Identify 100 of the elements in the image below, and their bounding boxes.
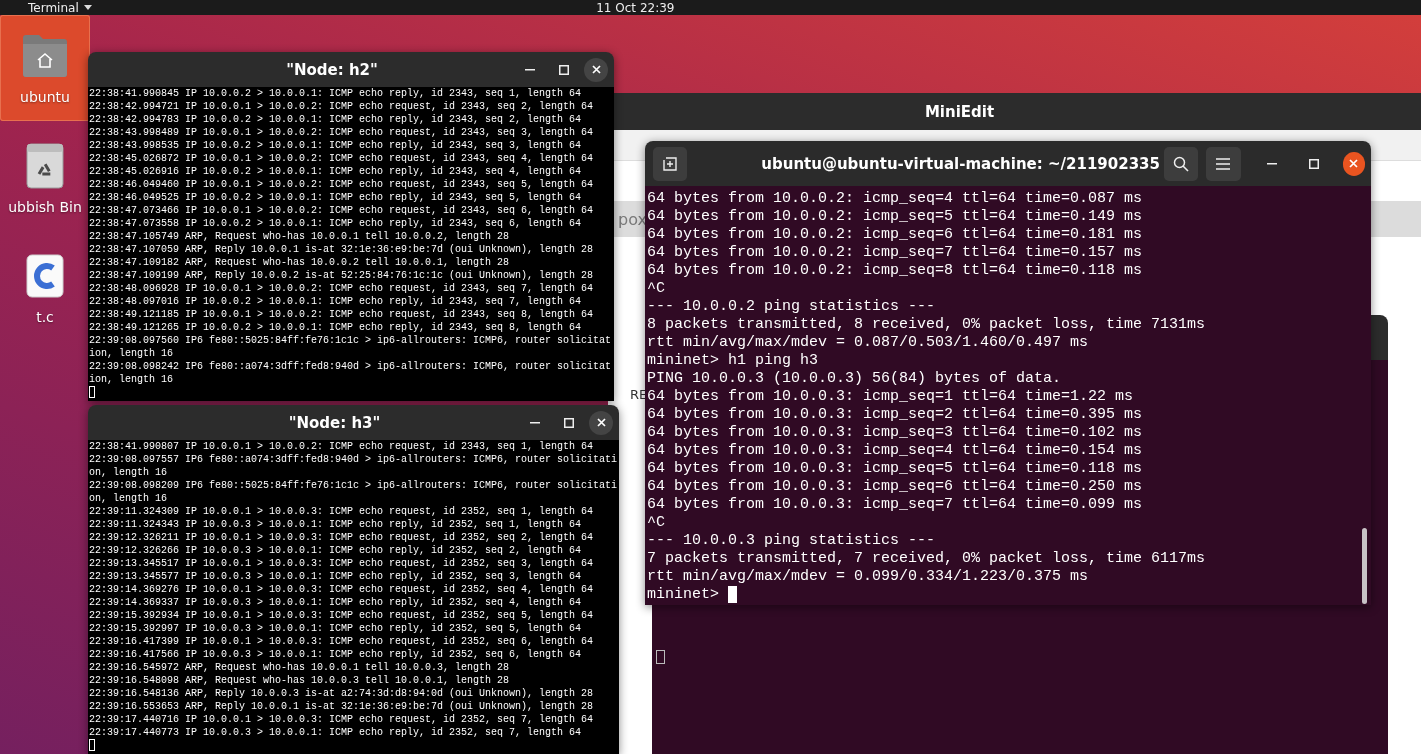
terminal-line: mininet> <box>647 586 719 604</box>
terminal-line: 22:39:08.097560 IP6 fe80::5025:84ff:fe76:1c1c > ip6-allrouters: ICMP6, router solicitat <box>89 334 613 347</box>
minimize-icon <box>525 68 535 71</box>
search-button[interactable] <box>1163 146 1199 181</box>
cursor <box>728 586 737 603</box>
terminal-line: 64 bytes from 10.0.0.3: icmp_seq=5 ttl=64 time=0.118 ms <box>647 460 1144 478</box>
terminal-line: 22:38:42.994783 IP 10.0.0.2 > 10.0.0.1: ICMP echo reply, id 2343, seq 2, length 64 <box>89 113 583 126</box>
clock[interactable]: 11 Oct 22:39 <box>596 0 905 15</box>
terminal-line: 22:39:16.548098 ARP, Request who-has 10.0.0.3 tell 10.0.0.1, length 28 <box>89 674 511 687</box>
terminal-line: 22:38:42.994721 IP 10.0.0.1 > 10.0.0.2: ICMP echo request, id 2343, seq 2, length 64 <box>89 100 595 113</box>
desktop-icon[interactable]: ubuntu <box>0 15 90 121</box>
caret-icon <box>83 5 92 10</box>
terminal-line: 64 bytes from 10.0.0.2: icmp_seq=6 ttl=64 time=0.181 ms <box>647 226 1144 244</box>
terminal-line: ^C <box>647 280 666 298</box>
terminal-line: on, length 16 <box>89 492 168 505</box>
terminal-line: 22:39:16.417566 IP 10.0.0.3 > 10.0.0.1: ICMP echo reply, id 2352, seq 6, length 64 <box>89 648 583 661</box>
terminal-line: 22:39:15.392997 IP 10.0.0.3 > 10.0.0.1: ICMP echo reply, id 2352, seq 5, length 64 <box>89 622 583 635</box>
terminal-line: 22:38:49.121265 IP 10.0.0.2 > 10.0.0.1: ICMP echo reply, id 2343, seq 8, length 64 <box>89 321 583 334</box>
close-button[interactable] <box>1342 151 1365 176</box>
terminal-line: 22:39:13.345577 IP 10.0.0.3 > 10.0.0.1: ICMP echo reply, id 2352, seq 3, length 64 <box>89 570 583 583</box>
terminal-line: 22:38:47.109199 ARP, Reply 10.0.0.2 is-at 52:25:84:76:1c:1c (oui Unknown), length 28 <box>89 269 595 282</box>
new-tab-icon <box>662 155 679 172</box>
terminal-line: 22:38:49.121185 IP 10.0.0.1 > 10.0.0.2: ICMP echo request, id 2343, seq 8, length 64 <box>89 308 595 321</box>
terminal-line: ion, length 16 <box>89 347 174 360</box>
terminal-line: 22:39:12.326211 IP 10.0.0.1 > 10.0.0.3: ICMP echo request, id 2352, seq 2, length 64 <box>89 531 595 544</box>
terminal-line: 22:39:16.553653 ARP, Reply 10.0.0.1 is-at 32:1e:36:e9:be:7d (oui Unknown), length 28 <box>89 700 595 713</box>
scrollbar-thumb[interactable] <box>1362 528 1367 604</box>
terminal-line: 64 bytes from 10.0.0.3: icmp_seq=7 ttl=64 time=0.099 ms <box>647 496 1144 514</box>
terminal-line: 22:38:43.998535 IP 10.0.0.2 > 10.0.0.1: ICMP echo reply, id 2343, seq 3, length 64 <box>89 139 583 152</box>
terminal-line: 22:38:45.026872 IP 10.0.0.1 > 10.0.0.2: ICMP echo request, id 2343, seq 4, length 64 <box>89 152 595 165</box>
maximize-icon <box>559 64 569 75</box>
terminal-line: 22:39:14.369276 IP 10.0.0.1 > 10.0.0.3: ICMP echo request, id 2352, seq 4, length 64 <box>89 583 595 596</box>
close-icon <box>1349 159 1359 168</box>
terminal-line: 22:38:47.109182 ARP, Request who-has 10.0.0.2 tell 10.0.0.1, length 28 <box>89 256 511 269</box>
terminal-line: 22:38:43.998489 IP 10.0.0.1 > 10.0.0.2: ICMP echo request, id 2343, seq 3, length 64 <box>89 126 595 139</box>
terminal-line: 22:38:41.990845 IP 10.0.0.2 > 10.0.0.1: ICMP echo reply, id 2343, seq 1, length 64 <box>89 87 583 100</box>
terminal-line: 22:38:41.990807 IP 10.0.0.1 > 10.0.0.2: ICMP echo request, id 2343, seq 1, length 64 <box>89 440 595 453</box>
desktop-icon[interactable]: t.c <box>0 235 90 341</box>
terminal-line: 22:38:47.107059 ARP, Reply 10.0.0.1 is-at 32:1e:36:e9:be:7d (oui Unknown), length 28 <box>89 243 595 256</box>
search-icon <box>1173 155 1190 172</box>
terminal-line: --- 10.0.0.3 ping statistics --- <box>647 532 937 550</box>
terminal-line: 64 bytes from 10.0.0.2: icmp_seq=4 ttl=64 time=0.087 ms <box>647 190 1144 208</box>
window-title: "Node: h3" <box>287 413 382 432</box>
cursor <box>89 739 95 751</box>
window-title: MiniEdit <box>924 102 995 121</box>
close-button[interactable] <box>584 57 608 82</box>
terminal-line: 64 bytes from 10.0.0.2: icmp_seq=7 ttl=64 time=0.157 ms <box>647 244 1144 262</box>
terminal-line: rtt min/avg/max/mdev = 0.087/0.503/1.460/0.497 ms <box>647 334 1090 352</box>
terminal-line: rtt min/avg/max/mdev = 0.099/0.334/1.223/0.375 ms <box>647 568 1090 586</box>
menu-button[interactable] <box>1206 146 1241 181</box>
label: RE <box>630 387 648 402</box>
close-icon <box>591 65 601 74</box>
terminal-line: 64 bytes from 10.0.0.3: icmp_seq=6 ttl=64 time=0.250 ms <box>647 478 1144 496</box>
terminal-line: 22:38:47.073558 IP 10.0.0.2 > 10.0.0.1: ICMP echo reply, id 2343, seq 6, length 64 <box>89 217 583 230</box>
terminal-line: 64 bytes from 10.0.0.3: icmp_seq=1 ttl=64 time=1.22 ms <box>647 388 1135 406</box>
minimize-icon <box>530 421 540 424</box>
minimize-icon <box>1266 162 1277 165</box>
terminal-line: 22:38:48.096928 IP 10.0.0.1 > 10.0.0.2: ICMP echo request, id 2343, seq 7, length 64 <box>89 282 595 295</box>
terminal-line: 22:38:47.073466 IP 10.0.0.1 > 10.0.0.2: ICMP echo request, id 2343, seq 6, length 64 <box>89 204 595 217</box>
new-tab-button[interactable] <box>653 146 688 181</box>
terminal-line: 64 bytes from 10.0.0.2: icmp_seq=8 ttl=64 time=0.118 ms <box>647 262 1144 280</box>
close-button[interactable] <box>589 410 613 435</box>
terminal-line: 22:39:08.098242 IP6 fe80::a074:3dff:fed8:940d > ip6-allrouters: ICMP6, router solicitat <box>89 360 613 373</box>
maximize-icon <box>1308 158 1319 169</box>
terminal-line: 22:39:15.392934 IP 10.0.0.1 > 10.0.0.3: ICMP echo request, id 2352, seq 5, length 64 <box>89 609 595 622</box>
maximize-icon <box>564 417 574 428</box>
cursor <box>89 386 95 398</box>
terminal-line: --- 10.0.0.2 ping statistics --- <box>647 298 937 316</box>
close-icon <box>596 418 606 427</box>
terminal-line: 22:39:16.548136 ARP, Reply 10.0.0.3 is-at a2:74:3d:d8:94:0d (oui Unknown), length 28 <box>89 687 595 700</box>
terminal-line: on, length 16 <box>89 466 168 479</box>
app-menu[interactable]: Terminal <box>28 0 92 15</box>
terminal-line: mininet> h1 ping h3 <box>647 352 820 370</box>
terminal-line: 22:38:47.105749 ARP, Request who-has 10.0.0.1 tell 10.0.0.2, length 28 <box>89 230 511 243</box>
terminal-line: 22:39:11.324343 IP 10.0.0.3 > 10.0.0.1: ICMP echo reply, id 2352, seq 1, length 64 <box>89 518 583 531</box>
terminal-line: 22:39:16.545972 ARP, Request who-has 10.0.0.1 tell 10.0.0.3, length 28 <box>89 661 511 674</box>
terminal-line: 22:39:12.326266 IP 10.0.0.3 > 10.0.0.1: ICMP echo reply, id 2352, seq 2, length 64 <box>89 544 583 557</box>
menu-icon <box>1216 157 1231 170</box>
terminal-line: 22:39:14.369337 IP 10.0.0.3 > 10.0.0.1: ICMP echo reply, id 2352, seq 4, length 64 <box>89 596 583 609</box>
window-title: "Node: h2" <box>285 60 379 79</box>
terminal-line: ^C <box>647 514 666 532</box>
terminal-line: 22:39:16.417399 IP 10.0.0.1 > 10.0.0.3: ICMP echo request, id 2352, seq 6, length 64 <box>89 635 595 648</box>
home-folder-icon <box>21 34 69 78</box>
terminal-line: PING 10.0.0.3 (10.0.0.3) 56(84) bytes of data. <box>647 370 1063 388</box>
terminal-line: 64 bytes from 10.0.0.3: icmp_seq=2 ttl=64 time=0.395 ms <box>647 406 1144 424</box>
terminal-line: 22:38:46.049525 IP 10.0.0.2 > 10.0.0.1: ICMP echo reply, id 2343, seq 5, length 64 <box>89 191 583 204</box>
terminal-line: 7 packets transmitted, 7 received, 0% packet loss, time 6117ms <box>647 550 1207 568</box>
terminal-line: 8 packets transmitted, 8 received, 0% packet loss, time 7131ms <box>647 316 1207 334</box>
terminal-line: 22:38:46.049460 IP 10.0.0.1 > 10.0.0.2: ICMP echo request, id 2343, seq 5, length 64 <box>89 178 595 191</box>
terminal-line: ion, length 16 <box>89 373 174 386</box>
terminal-line: 22:39:08.098209 IP6 fe80::5025:84ff:fe76:1c1c > ip6-allrouters: ICMP6, router solicitati <box>89 479 618 492</box>
terminal-line: 22:39:08.097557 IP6 fe80::a074:3dff:fed8:940d > ip6-allrouters: ICMP6, router solicitati <box>89 453 618 466</box>
desktop-icon[interactable]: ubbish Bin <box>0 125 90 231</box>
trash-bin-icon <box>25 142 65 190</box>
terminal-line: 64 bytes from 10.0.0.3: icmp_seq=3 ttl=64 time=0.102 ms <box>647 424 1144 442</box>
terminal-line: 64 bytes from 10.0.0.2: icmp_seq=5 ttl=64 time=0.149 ms <box>647 208 1144 226</box>
terminal-line: 64 bytes from 10.0.0.3: icmp_seq=4 ttl=64 time=0.154 ms <box>647 442 1144 460</box>
terminal-line: 22:39:17.440773 IP 10.0.0.3 > 10.0.0.1: ICMP echo reply, id 2352, seq 7, length 64 <box>89 726 583 739</box>
terminal-line: 22:38:45.026916 IP 10.0.0.2 > 10.0.0.1: ICMP echo reply, id 2343, seq 4, length 64 <box>89 165 583 178</box>
terminal-line: 22:39:17.440716 IP 10.0.0.1 > 10.0.0.3: ICMP echo request, id 2352, seq 7, length 64 <box>89 713 595 726</box>
